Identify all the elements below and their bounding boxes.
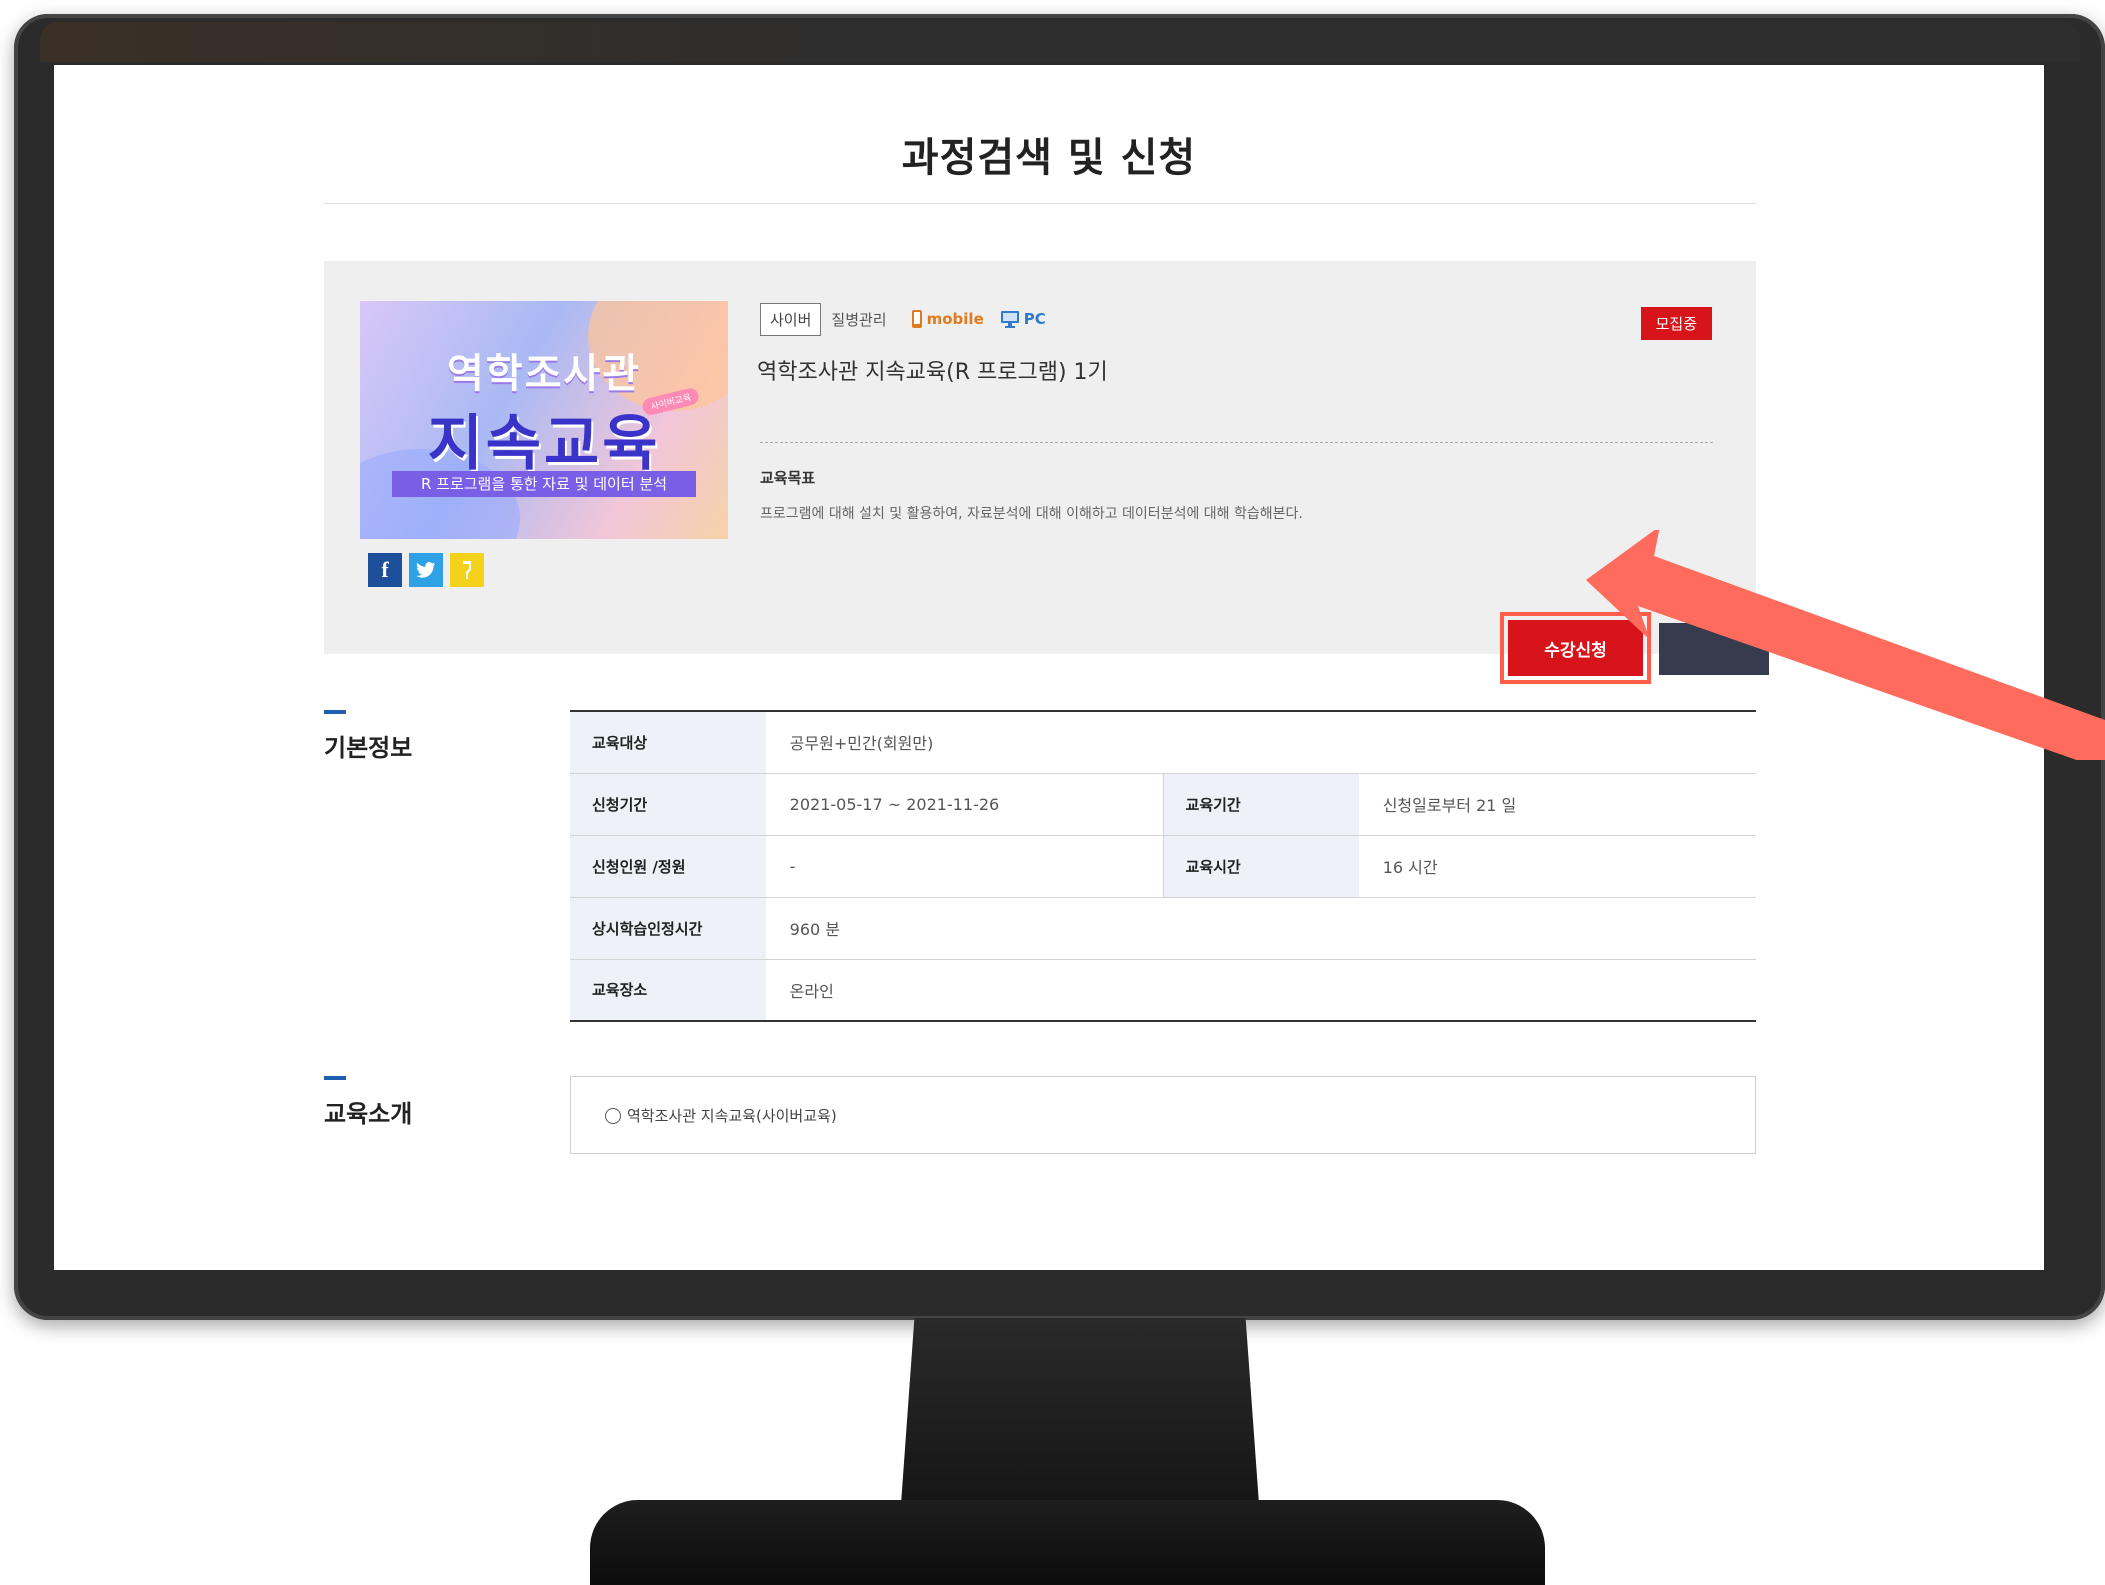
target-label: 교육대상 [570, 711, 766, 774]
card-divider [760, 442, 1713, 443]
course-name: 역학조사관 지속교육(R 프로그램) 1기 [757, 360, 1108, 385]
recognition-value: 960 분 [765, 897, 1756, 960]
page-title: 과정검색 및 신청 [901, 135, 1197, 181]
mobile-support: mobile [911, 309, 984, 329]
course-category: 질병관리 [831, 310, 887, 329]
section-accent-bar [324, 1076, 346, 1080]
thumbnail-subtitle: R 프로그램을 통한 자료 및 데이터 분석 [392, 471, 696, 497]
edu-period-label: 교육기간 [1162, 773, 1359, 836]
intro-item: 역학조사관 지속교육(사이버교육) [605, 1105, 837, 1126]
course-thumbnail[interactable]: 역학조사관 지속교육 사이버교육 R 프로그램을 통한 자료 및 데이터 분석 [360, 301, 728, 539]
basic-info-heading: 기본정보 [324, 734, 413, 762]
section-accent-bar [324, 710, 346, 714]
mobile-label: mobile [926, 310, 984, 328]
count-label: 신청인원 /정원 [570, 835, 766, 898]
status-badge: 모집중 [1640, 307, 1712, 340]
thumbnail-title-line1: 역학조사관 [447, 351, 641, 397]
edu-time-label: 교육시간 [1162, 835, 1359, 898]
table-row: 교육대상 공무원+민간(회원만) [570, 711, 1756, 774]
intro-text: 역학조사관 지속교육(사이버교육) [627, 1107, 837, 1125]
basic-info-table: 교육대상 공무원+민간(회원만) 신청기간 2021-05-17 ~ 2021-… [570, 710, 1756, 1022]
intro-heading: 교육소개 [324, 1100, 413, 1128]
facebook-icon[interactable]: f [368, 553, 402, 587]
pc-label: PC [1023, 310, 1046, 328]
intro-box: 역학조사관 지속교육(사이버교육) [570, 1076, 1756, 1154]
course-type-tag: 사이버 [760, 302, 822, 336]
circle-bullet-icon [605, 1107, 621, 1124]
place-label: 교육장소 [570, 959, 766, 1021]
table-row: 상시학습인정시간 960 분 [570, 897, 1756, 960]
edu-time-value: 16 시간 [1358, 835, 1756, 898]
intro-section-heading: 교육소개 [324, 1076, 412, 1129]
recognition-label: 상시학습인정시간 [570, 897, 766, 960]
apply-period-label: 신청기간 [570, 773, 766, 836]
annotation-arrow-icon [1586, 530, 2105, 760]
edu-period-value: 신청일로부터 21 일 [1358, 773, 1756, 836]
place-value: 온라인 [789, 981, 834, 1001]
table-row: 교육장소 온라인 [570, 959, 1756, 1021]
kakaostory-icon[interactable] [450, 553, 484, 587]
goal-label: 교육목표 [760, 469, 816, 487]
title-divider [324, 203, 1756, 204]
monitor-icon [1000, 311, 1019, 328]
goal-text: 프로그램에 대해 설치 및 활용하여, 자료분석에 대해 이해하고 데이터분석에… [760, 506, 1303, 522]
monitor-top-edge [40, 22, 2080, 62]
pc-support: PC [1000, 310, 1046, 328]
monitor-stand-neck [900, 1318, 1260, 1518]
count-value: - [765, 835, 1164, 898]
table-row: 신청인원 /정원 - 교육시간 16 시간 [570, 835, 1756, 898]
twitter-icon[interactable] [409, 553, 443, 587]
course-tags: 사이버 질병관리 mobile PC [760, 302, 1052, 336]
basic-info-section-heading: 기본정보 [324, 710, 412, 763]
monitor-stand-base [590, 1500, 1545, 1585]
apply-period-value: 2021-05-17 ~ 2021-11-26 [765, 773, 1164, 836]
course-card: 역학조사관 지속교육 사이버교육 R 프로그램을 통한 자료 및 데이터 분석 … [324, 261, 1769, 684]
table-row: 신청기간 2021-05-17 ~ 2021-11-26 교육기간 신청일로부터… [570, 773, 1756, 836]
mobile-icon [911, 310, 922, 328]
